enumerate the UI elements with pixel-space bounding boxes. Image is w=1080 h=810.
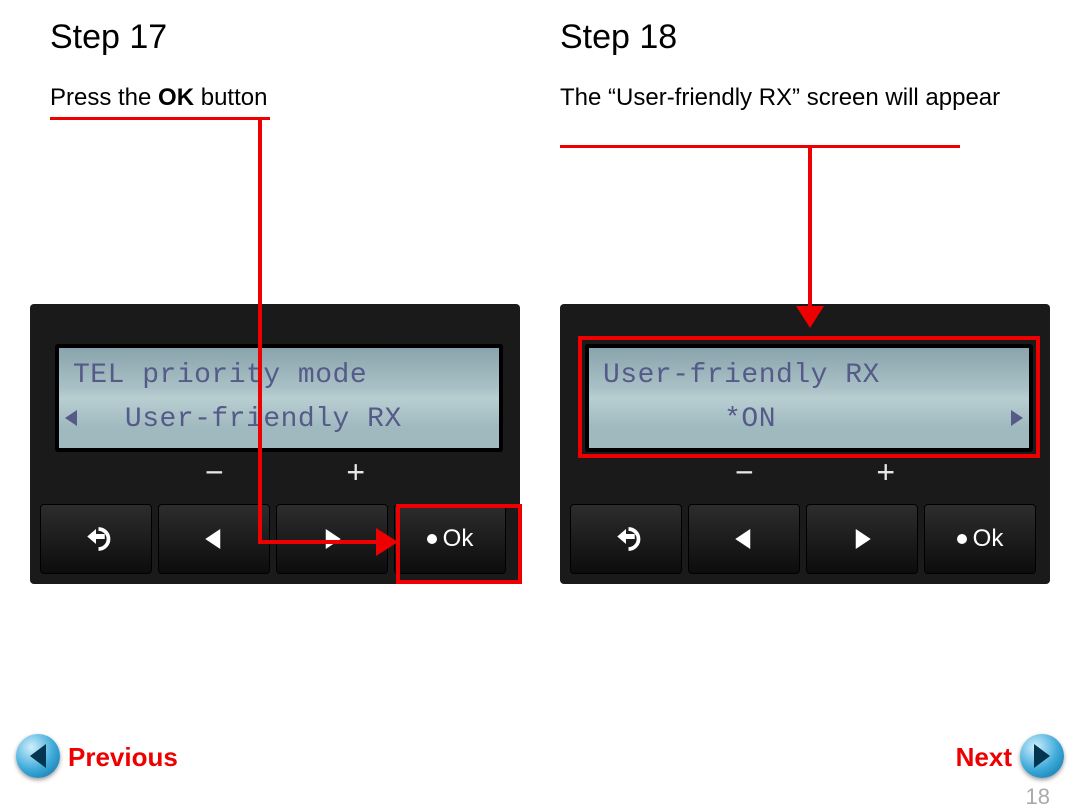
right-arrow-button[interactable] bbox=[276, 504, 388, 574]
back-arrow-icon bbox=[81, 524, 111, 554]
device-panel-right: User-friendly RX *ON − + Ok bbox=[560, 304, 1050, 584]
next-label: Next bbox=[956, 742, 1012, 773]
lcd-screen-right: User-friendly RX *ON bbox=[585, 344, 1033, 452]
arrow-head-right-icon bbox=[376, 528, 398, 556]
instr-pre: Press the bbox=[50, 84, 158, 111]
minus-icon: − bbox=[735, 454, 754, 491]
plus-icon: + bbox=[346, 454, 365, 491]
ok-dot-icon bbox=[957, 534, 967, 544]
back-button[interactable] bbox=[570, 504, 682, 574]
previous-button[interactable] bbox=[16, 734, 60, 778]
underline-left bbox=[50, 117, 270, 120]
ok-button[interactable]: Ok bbox=[394, 504, 506, 574]
back-arrow-icon bbox=[611, 524, 641, 554]
triangle-right-icon bbox=[847, 524, 877, 554]
instruction-right: The “User-friendly RX” screen will appea… bbox=[560, 84, 1010, 112]
ok-label: Ok bbox=[443, 525, 474, 553]
lcd-screen-left: TEL priority mode User-friendly RX bbox=[55, 344, 503, 452]
lcd-text-left: TEL priority mode User-friendly RX bbox=[73, 354, 485, 442]
ok-button[interactable]: Ok bbox=[924, 504, 1036, 574]
callout-arrow-horizontal-left bbox=[258, 540, 376, 544]
button-row-right: Ok bbox=[570, 504, 1036, 574]
back-button[interactable] bbox=[40, 504, 152, 574]
step-heading-right: Step 18 bbox=[560, 18, 677, 57]
lcd-right-caret-icon bbox=[1011, 410, 1023, 426]
callout-arrow-vertical-left bbox=[258, 118, 262, 544]
triangle-right-icon bbox=[1034, 744, 1050, 768]
instruction-left: Press the OK button bbox=[50, 84, 267, 112]
callout-arrow-vertical-right bbox=[808, 146, 812, 310]
previous-label: Previous bbox=[68, 742, 178, 773]
instr-bold: OK bbox=[158, 84, 194, 111]
left-arrow-button[interactable] bbox=[158, 504, 270, 574]
plus-minus-row-right: − + bbox=[585, 454, 1025, 490]
underline-right bbox=[560, 145, 960, 148]
plus-icon: + bbox=[876, 454, 895, 491]
triangle-left-icon bbox=[729, 524, 759, 554]
arrow-head-down-icon bbox=[796, 306, 824, 328]
minus-icon: − bbox=[205, 454, 224, 491]
ok-label: Ok bbox=[973, 525, 1004, 553]
instr-post: button bbox=[194, 84, 267, 111]
ok-dot-icon bbox=[427, 534, 437, 544]
page-number: 18 bbox=[1026, 784, 1050, 810]
lcd-text-right: User-friendly RX *ON bbox=[603, 354, 1015, 442]
button-row-left: Ok bbox=[40, 504, 506, 574]
left-arrow-button[interactable] bbox=[688, 504, 800, 574]
triangle-left-icon bbox=[199, 524, 229, 554]
lcd-left-caret-icon bbox=[65, 410, 77, 426]
right-arrow-button[interactable] bbox=[806, 504, 918, 574]
triangle-left-icon bbox=[30, 744, 46, 768]
plus-minus-row-left: − + bbox=[55, 454, 495, 490]
next-button[interactable] bbox=[1020, 734, 1064, 778]
step-heading-left: Step 17 bbox=[50, 18, 167, 57]
triangle-right-icon bbox=[317, 524, 347, 554]
